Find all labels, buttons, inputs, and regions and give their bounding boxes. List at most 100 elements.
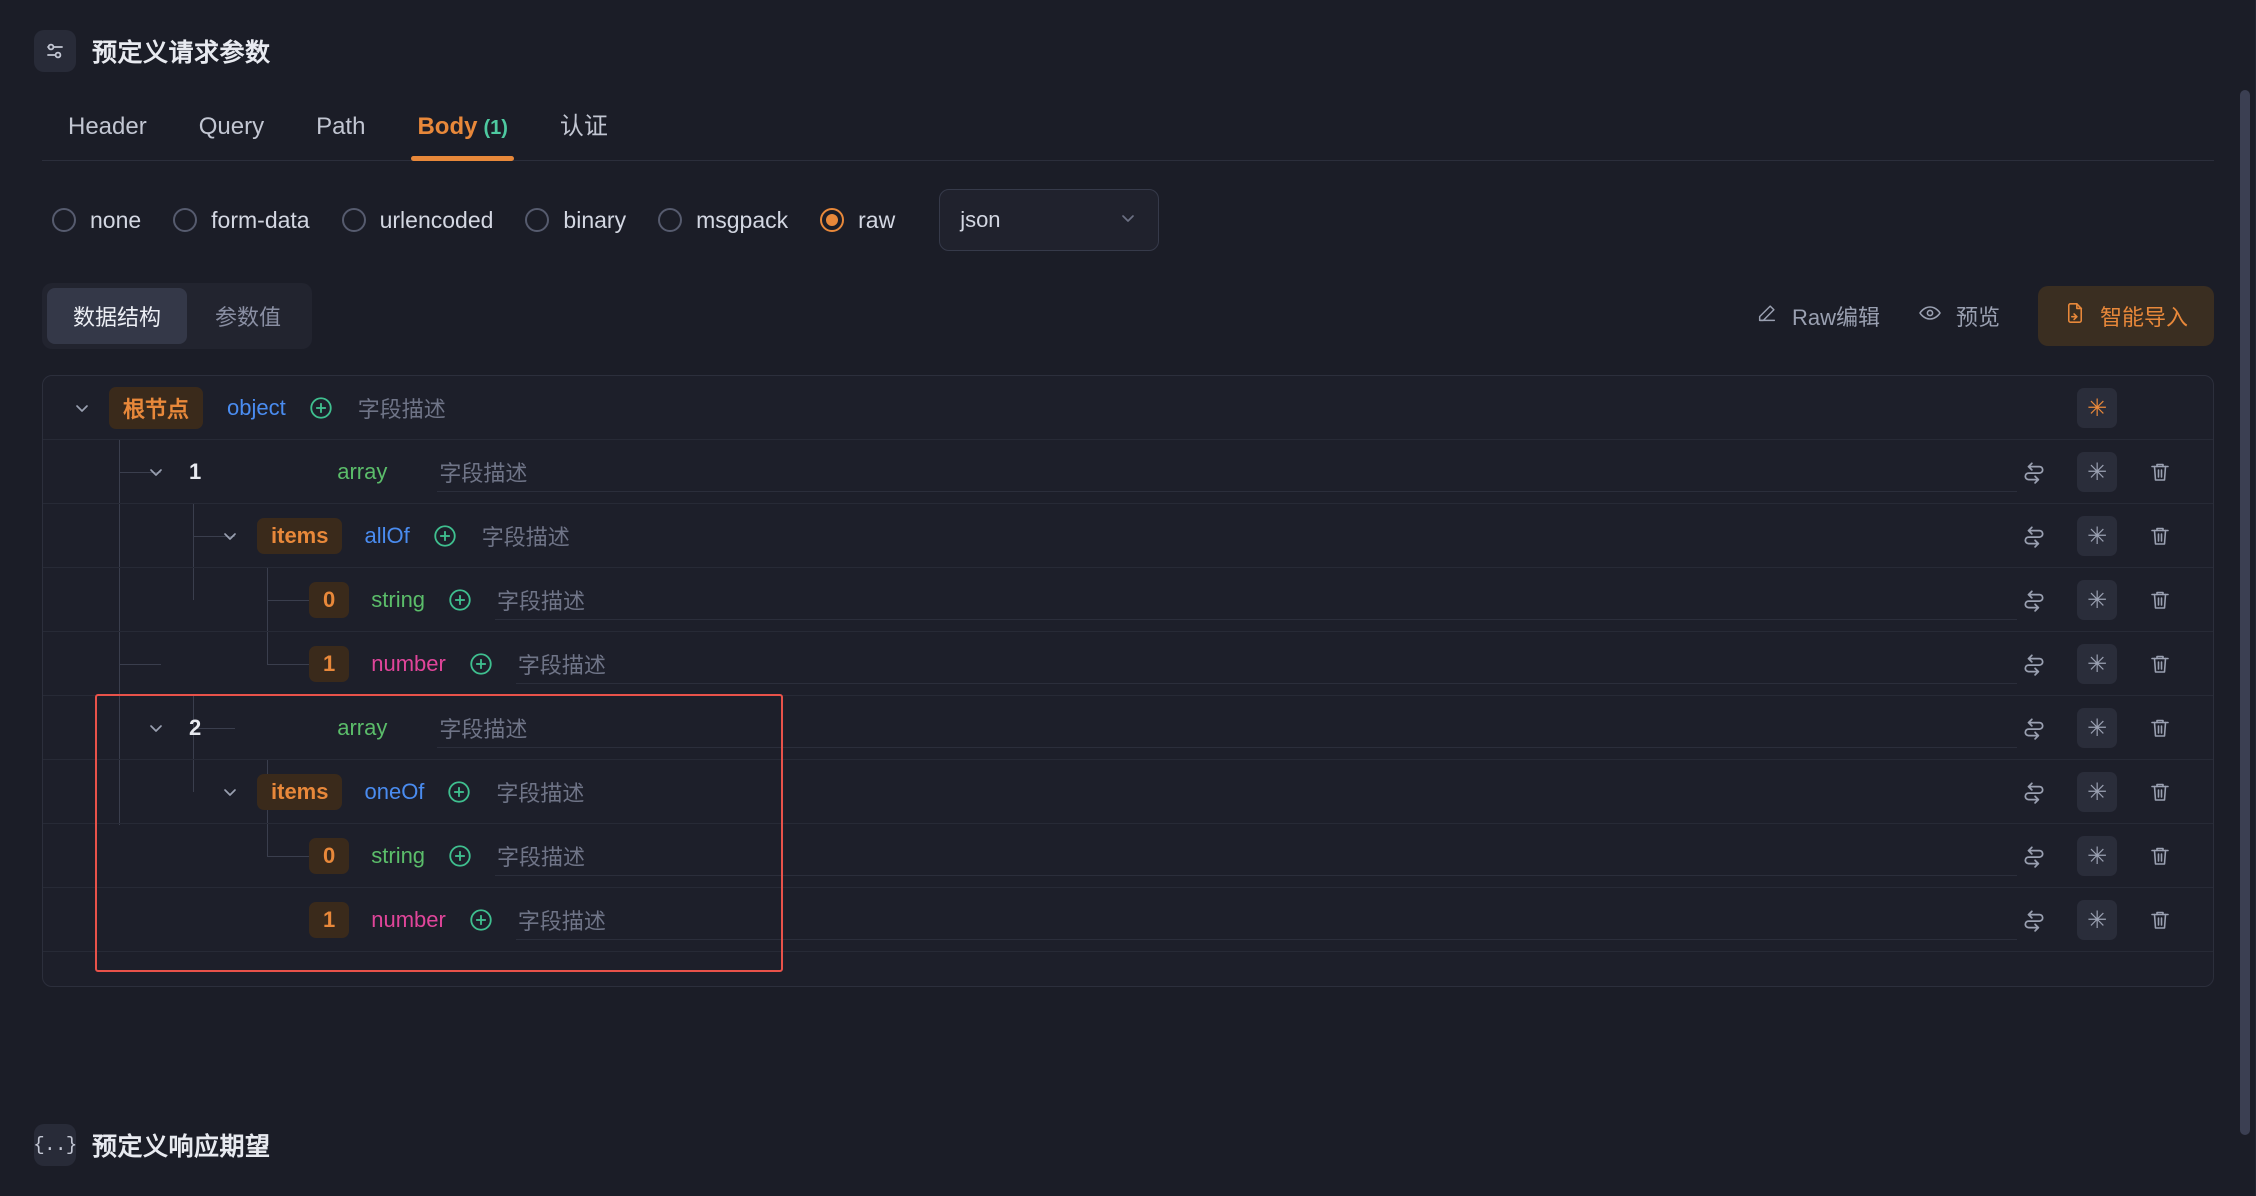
table-row[interactable]: items allOf 字段描述 ✳ (43, 504, 2213, 568)
node-description-field[interactable]: 字段描述 (515, 888, 2017, 952)
add-child-icon[interactable] (308, 395, 334, 421)
raw-format-select[interactable]: json (939, 189, 1160, 251)
table-row[interactable]: 0 string 字段描述 ✳ (43, 824, 2213, 888)
chevron-down-icon[interactable] (217, 782, 243, 802)
node-key[interactable]: 1 (309, 902, 350, 938)
node-type[interactable]: array (337, 715, 387, 741)
node-type[interactable]: object (227, 395, 286, 421)
required-star-icon[interactable]: ✳ (2077, 580, 2117, 620)
vertical-scrollbar[interactable] (2234, 0, 2256, 1196)
node-description-field[interactable]: 字段描述 (495, 824, 2017, 888)
segment-param-values[interactable]: 参数值 (189, 288, 307, 344)
swap-icon[interactable] (2017, 583, 2051, 617)
swap-icon[interactable] (2017, 519, 2051, 553)
required-star-icon[interactable]: ✳ (2077, 452, 2117, 492)
node-key[interactable]: items (257, 518, 343, 554)
node-description-field[interactable]: 字段描述 (480, 504, 2017, 568)
table-row[interactable]: 1 number 字段描述 ✳ (43, 632, 2213, 696)
add-child-icon[interactable] (447, 843, 473, 869)
swap-icon[interactable] (2017, 903, 2051, 937)
node-description: 字段描述 (439, 717, 528, 742)
radio-raw[interactable]: raw (810, 207, 917, 234)
tab-path[interactable]: Path (290, 113, 391, 161)
table-row[interactable]: items oneOf 字段描述 ✳ (43, 760, 2213, 824)
required-star-icon[interactable]: ✳ (2077, 708, 2117, 748)
node-type[interactable]: string (371, 843, 425, 869)
node-description-field[interactable]: 字段描述 (494, 760, 2017, 824)
add-child-icon[interactable] (468, 651, 494, 677)
node-type[interactable]: number (371, 907, 446, 933)
add-child-icon[interactable] (432, 523, 458, 549)
node-description-field[interactable]: 字段描述 (437, 696, 2017, 760)
radio-msgpack[interactable]: msgpack (648, 207, 810, 234)
add-child-icon[interactable] (447, 587, 473, 613)
swap-icon[interactable] (2017, 711, 2051, 745)
swap-icon[interactable] (2017, 775, 2051, 809)
chevron-down-icon[interactable] (69, 398, 95, 418)
node-key[interactable]: 根节点 (109, 387, 204, 429)
node-description-field[interactable]: 字段描述 (437, 440, 2017, 504)
schema-mode-segmented: 数据结构 参数值 (42, 283, 313, 349)
node-type[interactable]: string (371, 587, 425, 613)
trash-icon[interactable] (2143, 583, 2177, 617)
row-actions: ✳ (2017, 516, 2213, 556)
tab-header[interactable]: Header (42, 113, 173, 161)
trash-icon[interactable] (2143, 647, 2177, 681)
tab-query[interactable]: Query (173, 113, 290, 161)
swap-icon[interactable] (2017, 455, 2051, 489)
table-row[interactable]: 根节点 object 字段描述 ✳ (43, 376, 2213, 440)
required-star-icon[interactable]: ✳ (2077, 900, 2117, 940)
required-star-icon[interactable]: ✳ (2077, 772, 2117, 812)
chevron-down-icon[interactable] (143, 718, 169, 738)
radio-dot-icon (658, 208, 683, 232)
table-row[interactable]: 0 string 字段描述 ✳ (43, 568, 2213, 632)
raw-edit-button[interactable]: Raw编辑 (1756, 300, 1880, 332)
table-row[interactable]: 2 array 字段描述 ✳ (43, 696, 2213, 760)
chevron-down-icon[interactable] (217, 526, 243, 546)
page-title: 预定义请求参数 (92, 39, 271, 67)
row-actions: ✳ (2017, 900, 2213, 940)
segment-data-structure[interactable]: 数据结构 (47, 288, 188, 344)
tab-auth[interactable]: 认证 (534, 106, 634, 161)
row-actions: ✳ (2017, 708, 2213, 748)
trash-icon[interactable] (2143, 711, 2177, 745)
node-key[interactable]: 1 (309, 646, 350, 682)
node-key[interactable]: 0 (309, 838, 350, 874)
smart-import-button[interactable]: 智能导入 (2037, 286, 2214, 346)
trash-icon[interactable] (2143, 903, 2177, 937)
radio-urlencoded[interactable]: urlencoded (332, 207, 516, 234)
add-child-icon[interactable] (468, 907, 494, 933)
radio-binary[interactable]: binary (515, 207, 648, 234)
node-type[interactable]: number (371, 651, 446, 677)
node-key[interactable]: items (257, 774, 343, 810)
node-key[interactable]: 1 (183, 454, 215, 490)
radio-none[interactable]: none (42, 207, 163, 234)
scrollbar-thumb[interactable] (2240, 90, 2250, 1135)
required-star-icon[interactable]: ✳ (2077, 516, 2117, 556)
swap-icon[interactable] (2017, 839, 2051, 873)
node-type[interactable]: oneOf (364, 779, 424, 805)
required-star-icon[interactable]: ✳ (2077, 836, 2117, 876)
node-description-field[interactable]: 字段描述 (515, 632, 2017, 696)
chevron-down-icon[interactable] (143, 462, 169, 482)
table-row[interactable]: 1 array 字段描述 ✳ (43, 440, 2213, 504)
trash-icon[interactable] (2143, 775, 2177, 809)
table-row[interactable]: 1 number 字段描述 ✳ (43, 888, 2213, 952)
required-star-icon[interactable]: ✳ (2077, 644, 2117, 684)
required-star-icon[interactable]: ✳ (2077, 388, 2117, 428)
node-key[interactable]: 0 (309, 582, 350, 618)
trash-icon[interactable] (2143, 519, 2177, 553)
toolbar-right-group: Raw编辑 预览 智能导入 (1756, 286, 2214, 346)
preview-button[interactable]: 预览 (1918, 300, 2000, 332)
node-description-field[interactable]: 字段描述 (495, 568, 2017, 632)
node-key[interactable]: 2 (183, 710, 215, 746)
node-description-field[interactable]: 字段描述 (356, 376, 2017, 440)
add-child-icon[interactable] (446, 779, 472, 805)
trash-icon[interactable] (2143, 839, 2177, 873)
node-type[interactable]: allOf (364, 523, 409, 549)
tab-body[interactable]: Body (1) (391, 113, 533, 161)
node-type[interactable]: array (337, 459, 387, 485)
radio-form-data[interactable]: form-data (163, 207, 331, 234)
trash-icon[interactable] (2143, 455, 2177, 489)
swap-icon[interactable] (2017, 647, 2051, 681)
